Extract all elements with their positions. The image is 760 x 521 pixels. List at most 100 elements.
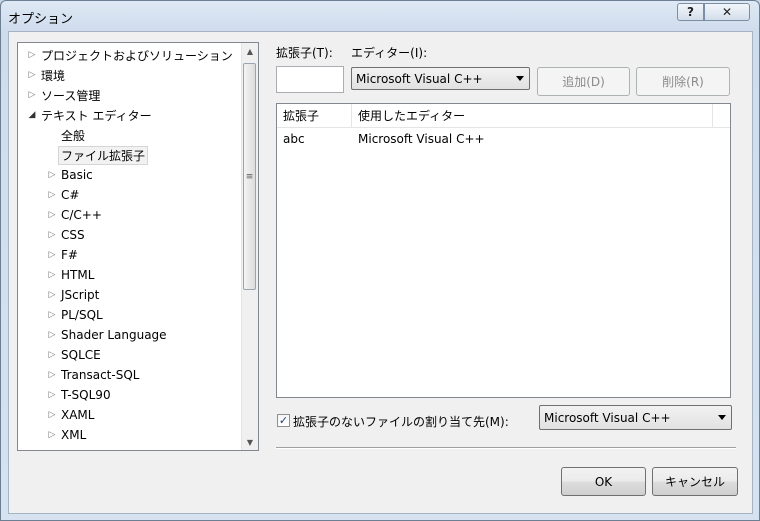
scroll-thumb[interactable]: ≡ — [243, 63, 256, 290]
tree-item[interactable]: ▷ SQLCE — [46, 345, 104, 365]
tree-item[interactable]: ▷ C/C++ — [46, 205, 105, 225]
chevron-down-icon — [718, 414, 726, 420]
column-header-editor[interactable]: 使用したエディター — [352, 104, 713, 127]
tree-item[interactable]: 全般 — [46, 125, 88, 145]
divider — [276, 447, 736, 449]
tree-item-label: T-SQL90 — [61, 388, 111, 402]
close-button[interactable]: ✕ — [704, 3, 750, 21]
expand-arrow-right-icon[interactable]: ▷ — [46, 170, 58, 180]
column-header-extension[interactable]: 拡張子 — [277, 104, 352, 127]
tree-item[interactable]: ▷ プロジェクトおよびソリューション — [26, 45, 236, 65]
add-button[interactable]: 追加(D) — [537, 67, 630, 96]
expand-arrow-right-icon[interactable]: ▷ — [26, 50, 38, 60]
expand-arrow-right-icon[interactable]: ▷ — [46, 370, 58, 380]
cell-editor: Microsoft Visual C++ — [358, 132, 485, 146]
tree-item[interactable]: ▷ XAML — [46, 405, 97, 425]
tree-item[interactable]: ▷ HTML — [46, 265, 97, 285]
expand-arrow-right-icon[interactable]: ▷ — [46, 430, 58, 440]
extension-list[interactable]: 拡張子 使用したエディター abc Microsoft Visual C++ — [276, 103, 731, 398]
extension-label: 拡張子(T): — [276, 46, 333, 60]
editor-dropdown-value: Microsoft Visual C++ — [356, 71, 483, 86]
cancel-button-label: キャンセル — [664, 475, 725, 489]
tree-item[interactable]: ◢ テキスト エディター — [26, 105, 155, 125]
tree-item-label: Shader Language — [61, 328, 167, 342]
scroll-down-arrow-icon[interactable]: ▼ — [242, 434, 258, 450]
tree-item-label: PL/SQL — [61, 308, 103, 322]
tree-item[interactable]: ▷ XML — [46, 425, 89, 445]
tree-item[interactable]: ▷ Transact-SQL — [46, 365, 142, 385]
cell-extension: abc — [283, 132, 305, 146]
tree-item-label: テキスト エディター — [41, 108, 152, 123]
remove-button-label: 削除(R) — [662, 75, 704, 89]
no-extension-dropdown[interactable]: Microsoft Visual C++ — [539, 405, 732, 430]
tree-item-label: ファイル拡張子 — [58, 145, 149, 165]
tree-item[interactable]: ▷ ソース管理 — [26, 85, 103, 105]
grip-icon: ≡ — [245, 171, 254, 182]
expand-arrow-right-icon[interactable]: ▷ — [46, 230, 58, 240]
chevron-down-icon — [516, 75, 524, 81]
tree-item-label: 環境 — [41, 68, 66, 83]
expand-arrow-right-icon[interactable]: ▷ — [46, 210, 58, 220]
extension-input[interactable] — [276, 66, 344, 93]
tree-item[interactable]: ▷ F# — [46, 245, 81, 265]
tree-item-label: XAML — [61, 408, 95, 422]
close-icon: ✕ — [721, 5, 733, 19]
remove-button[interactable]: 削除(R) — [636, 67, 730, 96]
tree-item-label: F# — [61, 248, 78, 262]
expand-arrow-right-icon[interactable]: ▷ — [46, 350, 58, 360]
expand-arrow-right-icon[interactable]: ▷ — [46, 390, 58, 400]
tree-item[interactable]: ▷ JScript — [46, 285, 102, 305]
expand-arrow-right-icon[interactable]: ▷ — [46, 310, 58, 320]
tree-item-label: SQLCE — [61, 348, 101, 362]
expand-arrow-right-icon[interactable]: ▷ — [46, 290, 58, 300]
list-header: 拡張子 使用したエディター — [277, 104, 730, 128]
no-extension-label: 拡張子のないファイルの割り当て先(M): — [293, 415, 509, 429]
no-extension-checkbox[interactable]: ✓ — [277, 414, 290, 427]
tree-item-label: C/C++ — [61, 208, 102, 222]
no-extension-dropdown-value: Microsoft Visual C++ — [544, 410, 671, 425]
ok-button-label: OK — [594, 474, 613, 489]
tree-item-label: Transact-SQL — [61, 368, 140, 382]
tree-item[interactable]: ▷ PL/SQL — [46, 305, 106, 325]
expand-arrow-down-icon[interactable]: ◢ — [26, 110, 38, 120]
expand-arrow-right-icon[interactable]: ▷ — [46, 410, 58, 420]
editor-dropdown[interactable]: Microsoft Visual C++ — [351, 67, 530, 90]
expand-arrow-right-icon[interactable]: ▷ — [46, 190, 58, 200]
help-button[interactable]: ? — [677, 3, 704, 21]
options-dialog: オプション ? ✕ ▷ プロジェクトおよびソリューション ▷ 環境 ▷ ソース管理 ◢ テキス… — [0, 0, 760, 521]
tree-item-label: Basic — [61, 168, 93, 182]
expand-arrow-right-icon[interactable]: ▷ — [46, 270, 58, 280]
tree-item-label: C# — [61, 188, 80, 202]
tree-item[interactable]: ▷ Basic — [46, 165, 96, 185]
tree-item-label: CSS — [61, 228, 85, 242]
tree-item-label: 全般 — [61, 128, 86, 143]
tree-item-label: プロジェクトおよびソリューション — [41, 48, 233, 63]
tree-item[interactable]: ファイル拡張子 — [46, 145, 149, 165]
expand-arrow-right-icon[interactable]: ▷ — [46, 330, 58, 340]
scroll-up-arrow-icon[interactable]: ▲ — [242, 43, 258, 59]
cancel-button[interactable]: キャンセル — [652, 467, 738, 496]
tree-item-label: ソース管理 — [41, 88, 101, 103]
add-button-label: 追加(D) — [562, 75, 605, 89]
dialog-content: ▷ プロジェクトおよびソリューション ▷ 環境 ▷ ソース管理 ◢ テキスト エディター 全般フ… — [8, 31, 753, 514]
tree-scrollbar[interactable]: ▲ ≡ ▼ — [241, 43, 258, 450]
help-icon: ? — [687, 5, 694, 19]
table-row[interactable]: abc Microsoft Visual C++ — [277, 129, 730, 149]
tree-item-label: XML — [61, 428, 87, 442]
expand-arrow-right-icon[interactable]: ▷ — [46, 250, 58, 260]
window-title: オプション — [8, 12, 74, 27]
tree-item[interactable]: ▷ C# — [46, 185, 82, 205]
checkmark-icon: ✓ — [278, 414, 289, 427]
tree-item-label: HTML — [61, 268, 95, 282]
tree-item[interactable]: ▷ CSS — [46, 225, 88, 245]
options-tree[interactable]: ▷ プロジェクトおよびソリューション ▷ 環境 ▷ ソース管理 ◢ テキスト エディター 全般フ… — [17, 42, 259, 451]
ok-button[interactable]: OK — [561, 467, 646, 496]
tree-item[interactable]: ▷ T-SQL90 — [46, 385, 114, 405]
expand-arrow-right-icon[interactable]: ▷ — [26, 90, 38, 100]
expand-arrow-right-icon[interactable]: ▷ — [26, 70, 38, 80]
tree-item[interactable]: ▷ 環境 — [26, 65, 68, 85]
tree-item[interactable]: ▷ Shader Language — [46, 325, 170, 345]
title-bar[interactable]: オプション ? ✕ — [1, 1, 759, 31]
editor-label: エディター(I): — [351, 46, 428, 60]
tree-item-label: JScript — [61, 288, 100, 302]
